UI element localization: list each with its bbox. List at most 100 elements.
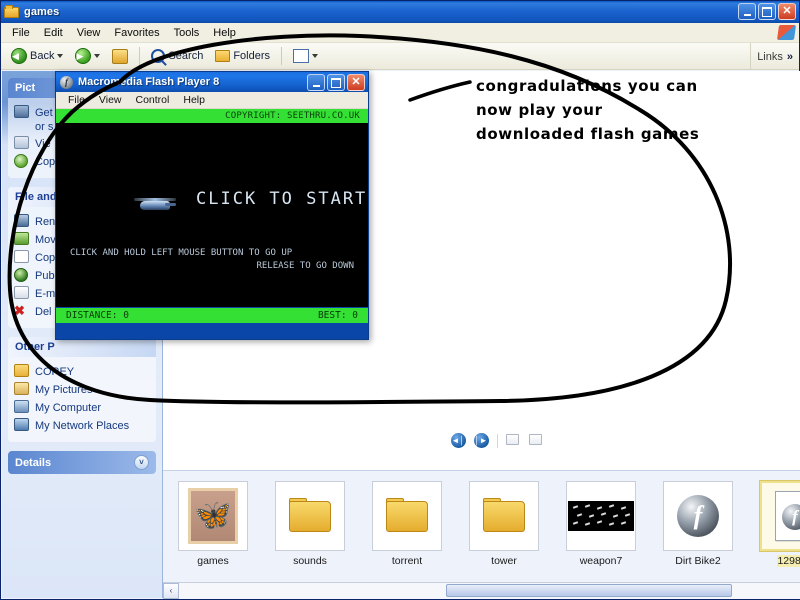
minimize-button[interactable] [307,74,325,91]
other-places-panel: Other P COREY My Pictures My Computer My… [8,337,156,442]
folder-icon [14,364,30,379]
horizontal-scrollbar[interactable]: ‹ › [163,582,800,599]
task-get-pictures-sublabel: or s [35,121,54,133]
other-places-title: Other P [15,341,55,353]
toolbar-separator [139,47,141,65]
rotate-counterclockwise-button[interactable] [528,433,544,448]
menu-edit[interactable]: Edit [37,25,70,41]
helicopter-sprite [134,195,176,211]
place-corey-label: COREY [35,365,75,378]
thumbnail-label: games [197,555,229,567]
thumbnail-item-1298[interactable]: f 1298[1] [759,481,800,567]
task-rename-label: Ren [35,215,56,228]
camera-icon [14,105,30,120]
thumbnail-label: 1298[1] [777,555,800,567]
flash-thumbnail: f [663,481,733,551]
menu-file[interactable]: File [5,25,37,41]
folder-icon [287,498,333,534]
thumbnail-item-games[interactable]: 🦋 games [177,481,249,567]
scrollbar-track[interactable] [179,582,800,599]
copyright-text: COPYRIGHT: SEETHRU.CO.UK [225,111,360,121]
forward-dropdown-icon[interactable] [94,54,101,58]
my-computer-icon [14,400,30,415]
maximize-button[interactable] [758,3,776,20]
menu-view[interactable]: View [70,25,108,41]
folder-icon [4,5,20,19]
task-publish-web-label: Pub [35,269,55,282]
menu-help[interactable]: Help [206,25,243,41]
move-icon [14,232,30,247]
flash-player-titlebar[interactable]: f Macromedia Flash Player 8 ✕ [56,72,368,92]
my-pictures-icon [14,382,30,397]
search-button[interactable]: Search [146,47,208,65]
thumbnail-item-weapon7[interactable]: weapon7 [565,481,637,567]
flash-player-window: f Macromedia Flash Player 8 ✕ File View … [55,71,369,340]
details-header[interactable]: Details ˅ [8,451,156,474]
place-corey[interactable]: COREY [14,364,150,379]
place-my-network-places[interactable]: My Network Places [14,418,150,433]
other-places-header[interactable]: Other P [8,337,156,357]
explorer-titlebar[interactable]: games ✕ [1,1,799,23]
menu-tools[interactable]: Tools [167,25,207,41]
other-places-items: COREY My Pictures My Computer My Network… [8,357,156,442]
picture-tasks-title: Pict [15,82,36,94]
next-image-button[interactable]: │► [473,433,489,448]
distance-label: DISTANCE: 0 [66,310,129,321]
back-dropdown-icon[interactable] [57,54,64,58]
folder-thumbnail [469,481,539,551]
views-button[interactable] [288,47,323,65]
back-button[interactable]: ◀ Back [6,46,68,66]
links-bar[interactable]: Links » [750,43,799,70]
scroll-left-button[interactable]: ‹ [163,582,179,599]
rename-icon [14,214,30,229]
thumbnail-label: tower [491,555,517,567]
chevron-down-icon[interactable]: ˅ [134,455,149,470]
close-button[interactable]: ✕ [347,74,365,91]
place-my-computer-label: My Computer [35,401,102,414]
previous-image-button[interactable]: ◄│ [450,433,466,448]
annotation-line-2: now play your [476,101,603,119]
maximize-button[interactable] [327,74,345,91]
thumbnail-item-torrent[interactable]: torrent [371,481,443,567]
thumbnail-label: sounds [293,555,327,567]
minimize-button[interactable] [738,3,756,20]
thumbnail-label: torrent [391,555,423,567]
publish-web-icon [14,268,30,283]
search-label: Search [168,50,204,62]
thumbnail-strip: 🦋 games sounds torrent tower weapon7 f D… [163,470,800,582]
folders-label: Folders [233,50,271,62]
flash-document-thumbnail: f [760,481,800,551]
thumbnail-item-sounds[interactable]: sounds [274,481,346,567]
window-title: games [24,6,60,18]
scrollbar-thumb[interactable] [446,583,733,597]
close-button[interactable]: ✕ [778,3,796,20]
task-view-slideshow-label: Vie [35,137,51,150]
thumbnail-item-tower[interactable]: tower [468,481,540,567]
best-label: BEST: 0 [317,310,358,321]
menu-favorites[interactable]: Favorites [107,25,166,41]
click-to-start-text: CLICK TO START [196,189,368,209]
flash-menu-view[interactable]: View [92,93,129,107]
flash-menu-control[interactable]: Control [129,93,177,107]
back-label: Back [30,50,55,62]
task-move-label: Mov [35,233,56,246]
game-instructions: CLICK AND HOLD LEFT MOUSE BUTTON TO GO U… [70,247,354,273]
flash-player-menubar: File View Control Help [56,92,368,109]
forward-button[interactable]: ▶ [70,46,105,66]
folders-button[interactable]: Folders [210,48,275,64]
up-button[interactable] [107,47,133,66]
place-my-pictures[interactable]: My Pictures [14,382,150,397]
filmstrip-controls: ◄│ │► [163,433,800,448]
flash-menu-file[interactable]: File [61,93,92,107]
thumbnail-item-dirt-bike2[interactable]: f Dirt Bike2 [662,481,734,567]
views-dropdown-icon[interactable] [312,54,319,58]
annotation-text: congradulations you can now play your do… [476,74,736,146]
place-my-computer[interactable]: My Computer [14,400,150,415]
game-stage[interactable]: CLICK TO START CLICK AND HOLD LEFT MOUSE… [56,123,368,307]
folder-icon [481,498,527,534]
slideshow-icon [14,136,30,151]
chevron-right-icon[interactable]: » [787,51,793,63]
flash-menu-help[interactable]: Help [176,93,212,107]
rotate-clockwise-button[interactable] [505,433,521,448]
cd-icon [14,154,30,169]
